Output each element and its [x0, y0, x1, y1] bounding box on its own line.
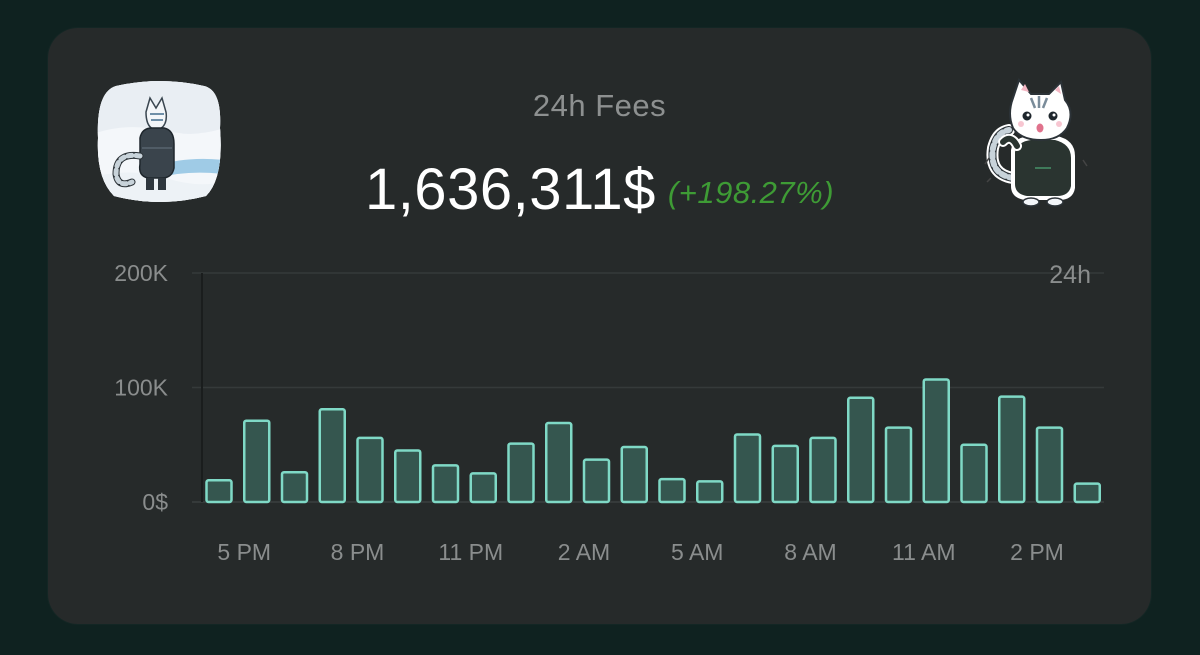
bar: [658, 477, 686, 504]
x-tick-label: 5 PM: [217, 539, 271, 565]
bar: [356, 436, 384, 504]
bar: [771, 444, 799, 504]
bar: [243, 419, 271, 504]
y-tick-label: 100K: [114, 375, 168, 401]
bar: [1073, 482, 1101, 504]
bar: [733, 433, 762, 504]
bar: [280, 470, 309, 504]
bar: [507, 442, 535, 504]
bar: [884, 426, 913, 504]
bar: [1035, 426, 1064, 504]
x-tick-label: 8 AM: [784, 539, 836, 565]
fees-bar-chart: 0$ 100K 200K 24h 5 PM 8 PM 11 PM 2 AM 5 AM 8 AM 11…: [114, 260, 1104, 565]
x-tick-label: 2 AM: [558, 539, 610, 565]
x-tick-label: 5 AM: [671, 539, 723, 565]
x-tick-label: 2 PM: [1010, 539, 1064, 565]
bar: [394, 449, 422, 504]
bar: [205, 478, 233, 504]
bar: [582, 458, 611, 504]
bar: [922, 378, 950, 504]
bar: [545, 421, 573, 504]
bar: [620, 445, 648, 504]
y-tick-label: 200K: [114, 260, 168, 286]
y-tick-label: 0$: [142, 489, 168, 515]
bar: [960, 443, 988, 504]
x-tick-label: 11 PM: [438, 539, 503, 565]
bar: [431, 464, 460, 504]
bar: [469, 472, 497, 504]
bar: [847, 396, 875, 504]
fees-card: 24h Fees 1,636,311$ (+198.27%) 0$ 100K 200K…: [48, 28, 1151, 624]
period-label: 24h: [1049, 261, 1091, 289]
bar: [809, 436, 837, 504]
x-tick-label: 8 PM: [331, 539, 385, 565]
bar: [998, 395, 1026, 504]
bar: [696, 480, 724, 504]
bar: [318, 408, 346, 504]
x-tick-label: 11 AM: [892, 539, 956, 565]
